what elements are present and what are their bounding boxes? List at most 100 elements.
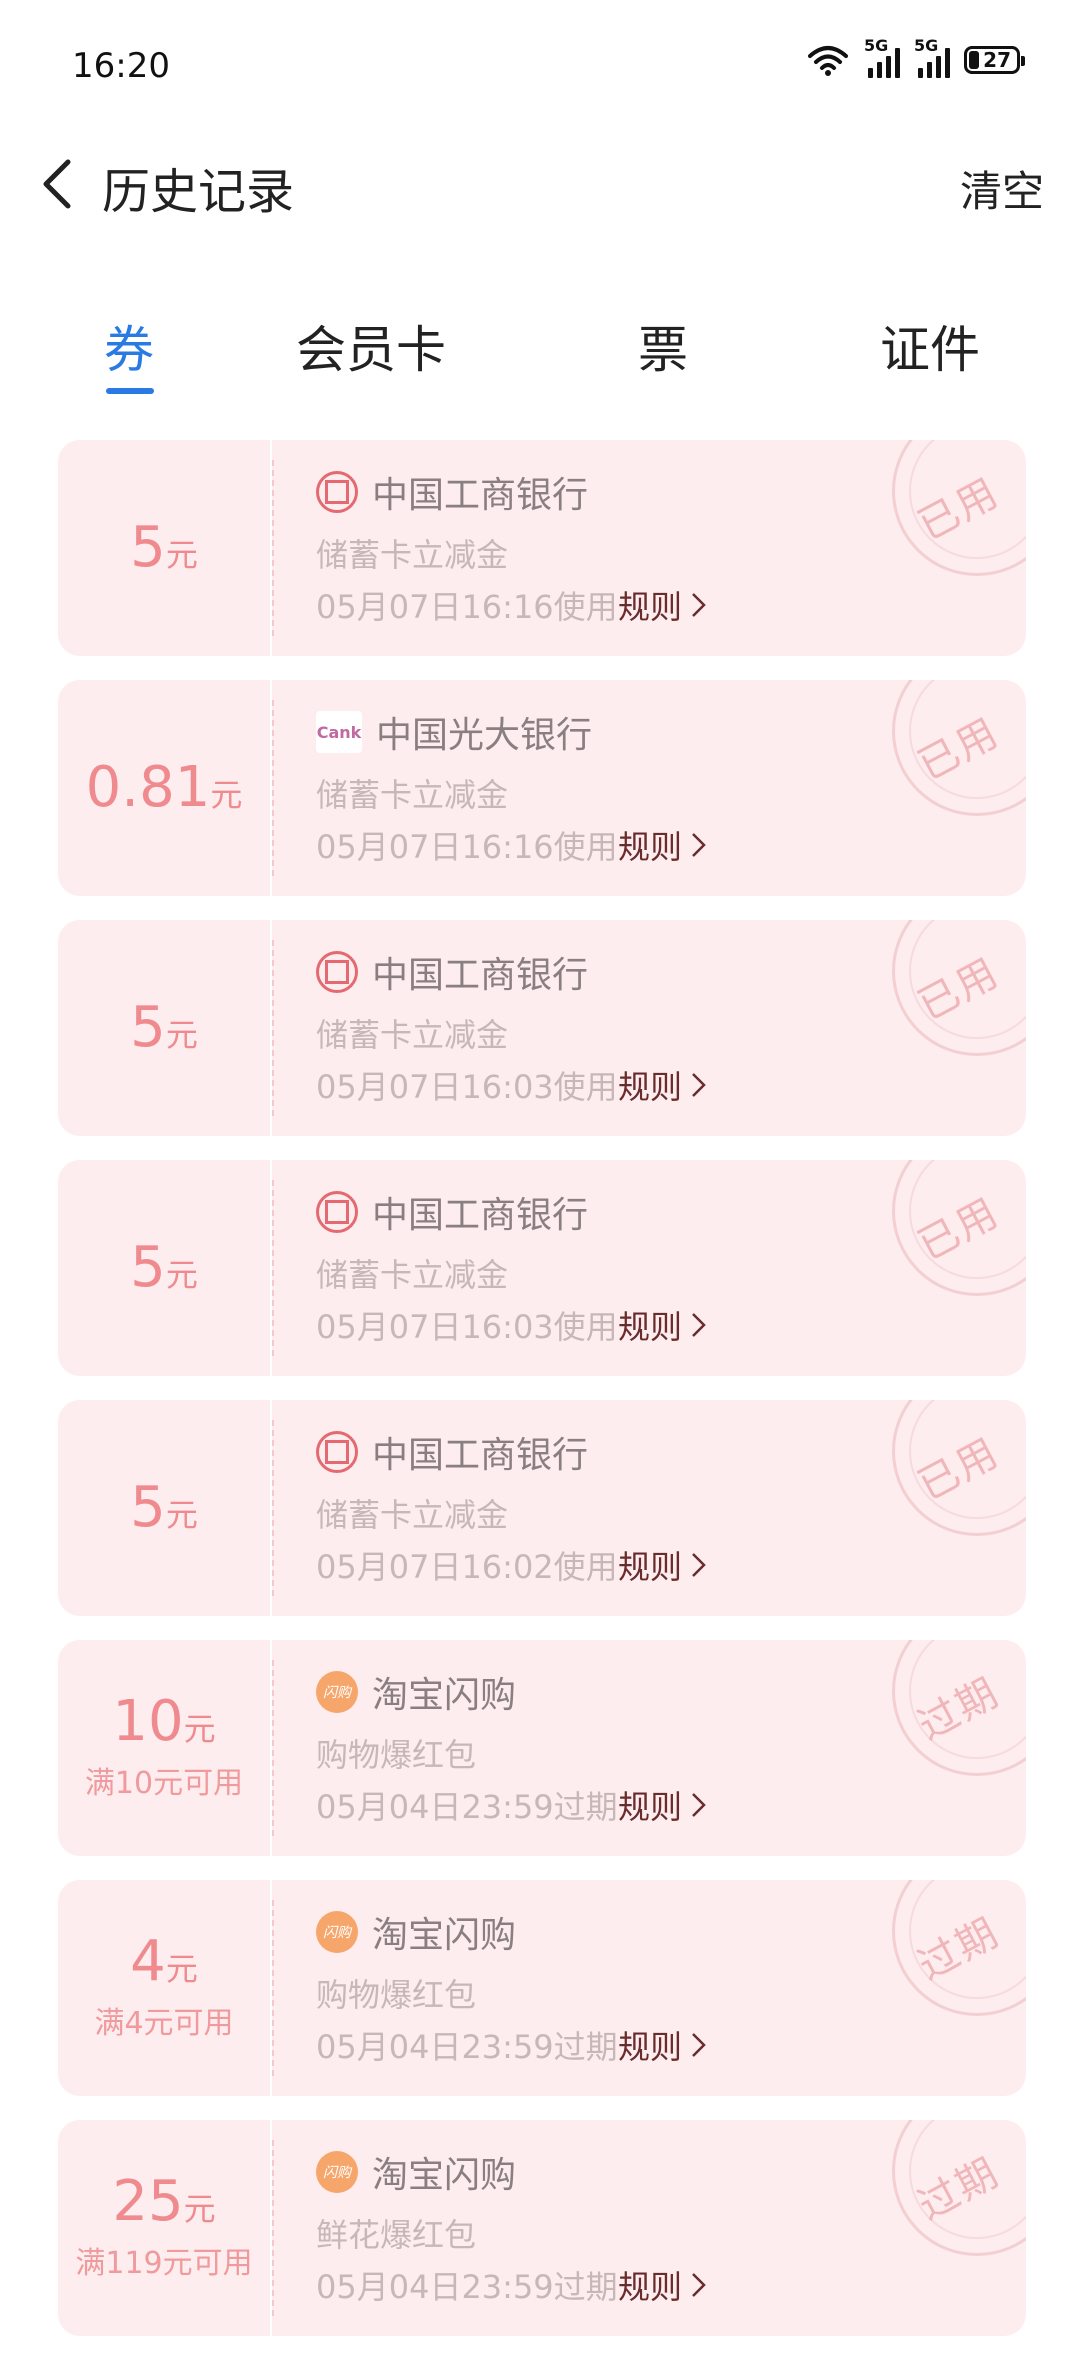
rule-link[interactable]: 规则 xyxy=(618,582,708,628)
coupon-merchant: 中国工商银行 xyxy=(316,946,588,998)
rule-link[interactable]: 规则 xyxy=(618,2022,708,2068)
coupon-card[interactable]: 5元 中国工商银行 储蓄卡立减金 05月07日16:16使用 规则 已用 xyxy=(58,440,1026,656)
coupon-card[interactable]: 10元 满10元可用 闪购 淘宝闪购 购物爆红包 05月04日23:59过期 规… xyxy=(58,1640,1026,1856)
rule-label: 规则 xyxy=(618,588,683,626)
coupon-value-panel: 10元 满10元可用 xyxy=(58,1640,270,1856)
chevron-right-icon xyxy=(692,1553,706,1577)
merchant-name: 中国工商银行 xyxy=(372,955,589,996)
rule-label: 规则 xyxy=(618,1788,683,1826)
coupon-value-panel: 5元 xyxy=(58,1400,270,1616)
coupon-amount: 4元 xyxy=(130,1929,198,1994)
status-stamp: 过期 xyxy=(892,2120,1026,2256)
tab-coupons[interactable]: 券 xyxy=(104,310,154,382)
tab-membership-cards[interactable]: 会员卡 xyxy=(296,310,446,382)
rule-link[interactable]: 规则 xyxy=(618,1062,708,1108)
coupon-date: 05月04日23:59过期 xyxy=(316,2028,618,2066)
header: 历史记录 清空 xyxy=(0,140,1080,230)
coupon-card[interactable]: 25元 满119元可用 闪购 淘宝闪购 鲜花爆红包 05月04日23:59过期 … xyxy=(58,2120,1026,2336)
status-stamp: 已用 xyxy=(892,680,1026,816)
status-stamp: 已用 xyxy=(892,1400,1026,1536)
coupon-card[interactable]: 5元 中国工商银行 储蓄卡立减金 05月07日16:03使用 规则 已用 xyxy=(58,1160,1026,1376)
coupon-card[interactable]: 4元 满4元可用 闪购 淘宝闪购 购物爆红包 05月04日23:59过期 规则 … xyxy=(58,1880,1026,2096)
coupon-amount: 5元 xyxy=(130,1235,198,1300)
cell-signal-icon: 5G xyxy=(864,36,900,78)
chevron-left-icon xyxy=(43,159,71,209)
merchant-name: 淘宝闪购 xyxy=(372,1915,517,1956)
coupon-description: 储蓄卡立减金 xyxy=(316,1496,509,1534)
status-stamp: 已用 xyxy=(892,920,1026,1056)
rule-link[interactable]: 规则 xyxy=(618,1782,708,1828)
cell-signal-icon: 5G xyxy=(914,36,950,78)
coupon-condition: 满4元可用 xyxy=(94,2006,234,2041)
coupon-info-panel: 中国工商银行 储蓄卡立减金 05月07日16:16使用 规则 已用 xyxy=(272,440,1026,656)
merchant-name: 中国工商银行 xyxy=(372,475,589,516)
coupon-value-panel: 5元 xyxy=(58,1160,270,1376)
coupon-description: 鲜花爆红包 xyxy=(316,2216,477,2254)
coupon-info-panel: Cank 中国光大银行 储蓄卡立减金 05月07日16:16使用 规则 已用 xyxy=(272,680,1026,896)
coupon-value-panel: 5元 xyxy=(58,920,270,1136)
chevron-right-icon xyxy=(692,593,706,617)
coupon-value-panel: 4元 满4元可用 xyxy=(58,1880,270,2096)
coupon-amount: 10元 xyxy=(112,1689,216,1754)
coupon-info-panel: 中国工商银行 储蓄卡立减金 05月07日16:03使用 规则 已用 xyxy=(272,1160,1026,1376)
tab-bar: 券 会员卡 票 证件 xyxy=(0,300,1080,410)
coupon-merchant: 闪购 淘宝闪购 xyxy=(316,1666,516,1718)
status-time: 16:20 xyxy=(72,46,170,86)
tab-tickets[interactable]: 票 xyxy=(638,310,688,382)
clear-button[interactable]: 清空 xyxy=(960,158,1044,219)
rule-label: 规则 xyxy=(618,2028,683,2066)
tab-documents[interactable]: 证件 xyxy=(880,310,980,382)
status-icons: 5G 5G 27 xyxy=(806,36,1025,78)
rule-link[interactable]: 规则 xyxy=(618,1542,708,1588)
coupon-merchant: 中国工商银行 xyxy=(316,466,588,518)
coupon-merchant: 中国工商银行 xyxy=(316,1426,588,1478)
coupon-card[interactable]: 5元 中国工商银行 储蓄卡立减金 05月07日16:02使用 规则 已用 xyxy=(58,1400,1026,1616)
coupon-info-panel: 闪购 淘宝闪购 购物爆红包 05月04日23:59过期 规则 过期 xyxy=(272,1640,1026,1856)
coupon-description: 储蓄卡立减金 xyxy=(316,536,509,574)
coupon-description: 购物爆红包 xyxy=(316,1736,477,1774)
coupon-condition: 满10元可用 xyxy=(84,1766,244,1801)
chevron-right-icon xyxy=(692,833,706,857)
wifi-icon xyxy=(808,46,848,76)
merchant-name: 中国工商银行 xyxy=(372,1195,589,1236)
rule-label: 规则 xyxy=(618,1308,683,1346)
status-bar: 16:20 5G 5G 27 xyxy=(0,0,1080,140)
rule-link[interactable]: 规则 xyxy=(618,822,708,868)
coupon-merchant: Cank 中国光大银行 xyxy=(316,706,592,758)
tab-indicator xyxy=(106,388,154,394)
chevron-right-icon xyxy=(692,2033,706,2057)
merchant-name: 中国工商银行 xyxy=(372,1435,589,1476)
coupon-merchant: 中国工商银行 xyxy=(316,1186,588,1238)
rule-link[interactable]: 规则 xyxy=(618,1302,708,1348)
rule-link[interactable]: 规则 xyxy=(618,2262,708,2308)
ceb-logo-icon: Cank xyxy=(316,711,362,753)
back-button[interactable] xyxy=(30,154,90,214)
icbc-logo-icon xyxy=(316,951,358,993)
coupon-condition: 满119元可用 xyxy=(75,2246,253,2281)
coupon-info-panel: 中国工商银行 储蓄卡立减金 05月07日16:02使用 规则 已用 xyxy=(272,1400,1026,1616)
status-stamp: 过期 xyxy=(892,1640,1026,1776)
coupon-info-panel: 闪购 淘宝闪购 购物爆红包 05月04日23:59过期 规则 过期 xyxy=(272,1880,1026,2096)
coupon-description: 储蓄卡立减金 xyxy=(316,776,509,814)
coupon-value-panel: 5元 xyxy=(58,440,270,656)
coupon-amount: 5元 xyxy=(130,995,198,1060)
coupon-card[interactable]: 0.81元 Cank 中国光大银行 储蓄卡立减金 05月07日16:16使用 规… xyxy=(58,680,1026,896)
battery-icon: 27 xyxy=(964,46,1025,74)
coupon-date: 05月07日16:02使用 xyxy=(316,1548,618,1586)
coupon-date: 05月07日16:03使用 xyxy=(316,1308,618,1346)
coupon-date: 05月04日23:59过期 xyxy=(316,1788,618,1826)
coupon-info-panel: 闪购 淘宝闪购 鲜花爆红包 05月04日23:59过期 规则 过期 xyxy=(272,2120,1026,2336)
coupon-amount: 0.81元 xyxy=(85,755,243,820)
coupon-info-panel: 中国工商银行 储蓄卡立减金 05月07日16:03使用 规则 已用 xyxy=(272,920,1026,1136)
icbc-logo-icon xyxy=(316,471,358,513)
coupon-amount: 5元 xyxy=(130,1475,198,1540)
page-title: 历史记录 xyxy=(102,164,295,220)
coupon-value-panel: 25元 满119元可用 xyxy=(58,2120,270,2336)
taobao-logo-icon: 闪购 xyxy=(316,1671,358,1713)
coupon-card[interactable]: 5元 中国工商银行 储蓄卡立减金 05月07日16:03使用 规则 已用 xyxy=(58,920,1026,1136)
coupon-merchant: 闪购 淘宝闪购 xyxy=(316,1906,516,1958)
taobao-logo-icon: 闪购 xyxy=(316,2151,358,2193)
rule-label: 规则 xyxy=(618,1548,683,1586)
merchant-name: 淘宝闪购 xyxy=(372,2155,517,2196)
coupon-date: 05月04日23:59过期 xyxy=(316,2268,618,2306)
